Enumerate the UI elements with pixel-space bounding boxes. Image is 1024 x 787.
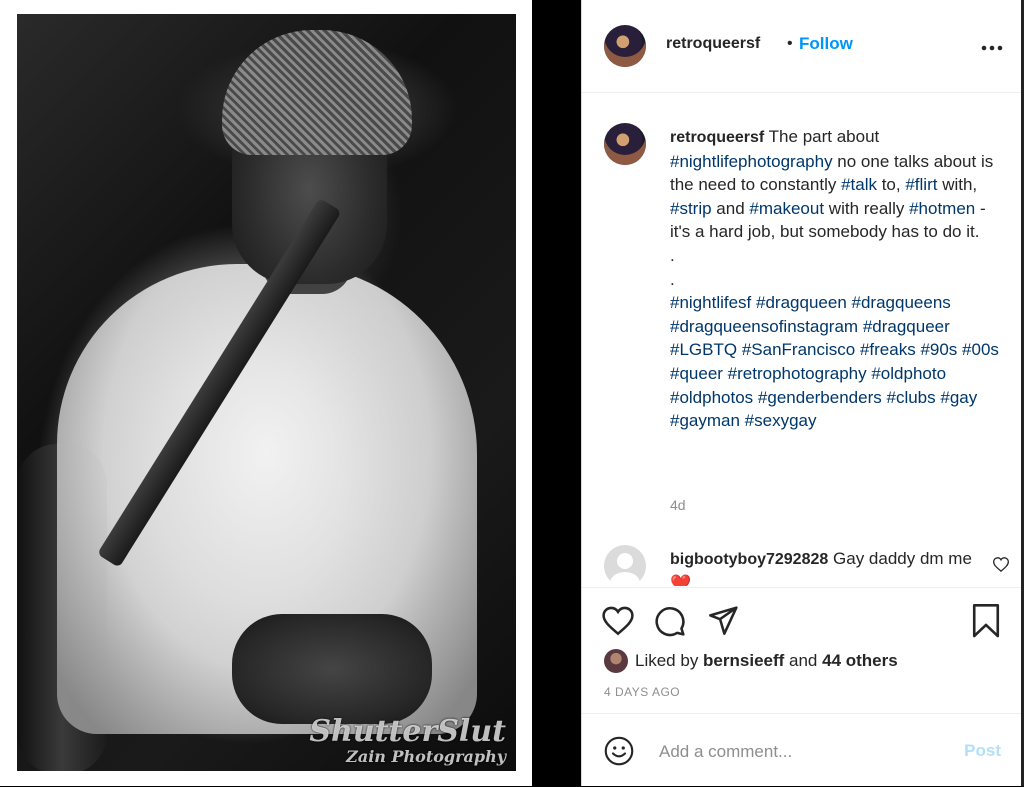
- hashtag-link[interactable]: #retrophotography: [728, 364, 867, 383]
- hashtag-link[interactable]: #sexygay: [745, 411, 817, 430]
- likes-summary[interactable]: Liked by bernsieeff and 44 others: [635, 651, 898, 671]
- caption-dot: .: [670, 245, 675, 265]
- caption-hashtags: #nightlifesf #dragqueen #dragqueens #dra…: [670, 291, 1010, 433]
- likes-prefix: Liked by: [635, 651, 704, 670]
- add-comment-input[interactable]: [657, 738, 951, 766]
- hashtag-link[interactable]: #dragqueer: [863, 317, 950, 336]
- hashtag-link[interactable]: #gay: [940, 388, 977, 407]
- photo-panel: ShutterSlut Zain Photography: [0, 0, 532, 786]
- comment-emoji: ❤️: [670, 573, 692, 586]
- caption-hashtag[interactable]: #hotmen: [909, 199, 975, 218]
- caption-username[interactable]: retroqueersf: [670, 129, 764, 146]
- photo-watermark: ShutterSlut Zain Photography: [309, 717, 506, 765]
- caption-text-segment: with really: [824, 198, 910, 218]
- commenter-avatar[interactable]: [604, 545, 646, 586]
- likes-user[interactable]: bernsieeff: [703, 651, 784, 670]
- hashtag-link[interactable]: #LGBTQ: [670, 340, 737, 359]
- caption-text-segment: with,: [937, 175, 978, 195]
- hashtag-link[interactable]: #dragqueens: [852, 293, 951, 312]
- caption-dots: ..: [670, 244, 1010, 291]
- caption-area: retroqueersf The part about #nightlifeph…: [582, 93, 1024, 586]
- comment-composer: Post: [582, 713, 1024, 787]
- post-header: retroqueersf • Follow: [582, 0, 1024, 93]
- hashtag-link[interactable]: #oldphotos: [670, 388, 753, 407]
- hashtag-link[interactable]: #clubs: [886, 388, 935, 407]
- post-side-panel: retroqueersf • Follow retroqueersf The p…: [581, 0, 1024, 786]
- caption-text-segment: The part about: [768, 127, 880, 146]
- caption-hashtag[interactable]: #flirt: [905, 175, 937, 194]
- hashtag-link[interactable]: #nightlifesf: [670, 293, 751, 312]
- comment-username[interactable]: bigbootyboy7292828: [670, 551, 828, 568]
- photo-hand: [232, 614, 432, 724]
- comment-like-heart-icon[interactable]: [992, 557, 1010, 577]
- post-caption: retroqueersf The part about #nightlifeph…: [670, 125, 1010, 433]
- hashtag-link[interactable]: #genderbenders: [758, 388, 882, 407]
- caption-dot: .: [670, 269, 675, 289]
- hashtag-link[interactable]: #gayman: [670, 411, 740, 430]
- caption-hashtag[interactable]: #talk: [841, 175, 877, 194]
- author-avatar[interactable]: [604, 25, 646, 67]
- hashtag-link[interactable]: #oldphoto: [871, 364, 946, 383]
- hashtag-link[interactable]: #00s: [962, 340, 999, 359]
- comment-icon[interactable]: [654, 605, 686, 642]
- hashtag-link[interactable]: #90s: [920, 340, 957, 359]
- caption-text-segment: and: [711, 198, 750, 218]
- hashtag-link[interactable]: #dragqueen: [756, 293, 847, 312]
- hashtag-link[interactable]: #queer: [670, 364, 723, 383]
- photo-cap: [222, 30, 412, 155]
- post-date[interactable]: 4 DAYS AGO: [604, 685, 680, 699]
- comment-item: bigbootyboy7292828 Gay daddy dm me ❤️: [670, 547, 980, 586]
- post-comment-button[interactable]: Post: [964, 741, 1001, 761]
- author-username[interactable]: retroqueersf: [666, 35, 760, 53]
- hashtag-link[interactable]: #freaks: [860, 340, 916, 359]
- follow-button[interactable]: Follow: [799, 34, 853, 54]
- likes-others[interactable]: 44 others: [822, 651, 898, 670]
- header-separator: •: [787, 35, 793, 52]
- caption-text-segment: to,: [876, 175, 906, 195]
- emoji-icon[interactable]: [604, 736, 634, 771]
- hashtag-link[interactable]: #SanFrancisco: [742, 340, 855, 359]
- caption-hashtag[interactable]: #strip: [670, 199, 712, 218]
- post-photo[interactable]: ShutterSlut Zain Photography: [17, 14, 516, 771]
- caption-avatar[interactable]: [604, 123, 646, 165]
- caption-hashtag[interactable]: #makeout: [749, 199, 824, 218]
- heart-icon[interactable]: [602, 606, 634, 641]
- post-actions: Liked by bernsieeff and 44 others 4 DAYS…: [582, 587, 1024, 714]
- caption-hashtag[interactable]: #nightlifephotography: [670, 152, 833, 171]
- more-options-icon[interactable]: [981, 31, 1003, 57]
- likes-middle: and: [784, 651, 823, 670]
- liker-avatar[interactable]: [604, 649, 628, 673]
- watermark-subtitle: Zain Photography: [346, 747, 506, 766]
- comment-text: Gay daddy dm me: [833, 549, 972, 568]
- hashtag-link[interactable]: #dragqueensofinstagram: [670, 317, 858, 336]
- share-icon[interactable]: [707, 605, 739, 642]
- watermark-title: ShutterSlut: [309, 714, 506, 749]
- caption-age[interactable]: 4d: [670, 497, 686, 513]
- bookmark-icon[interactable]: [971, 604, 1001, 643]
